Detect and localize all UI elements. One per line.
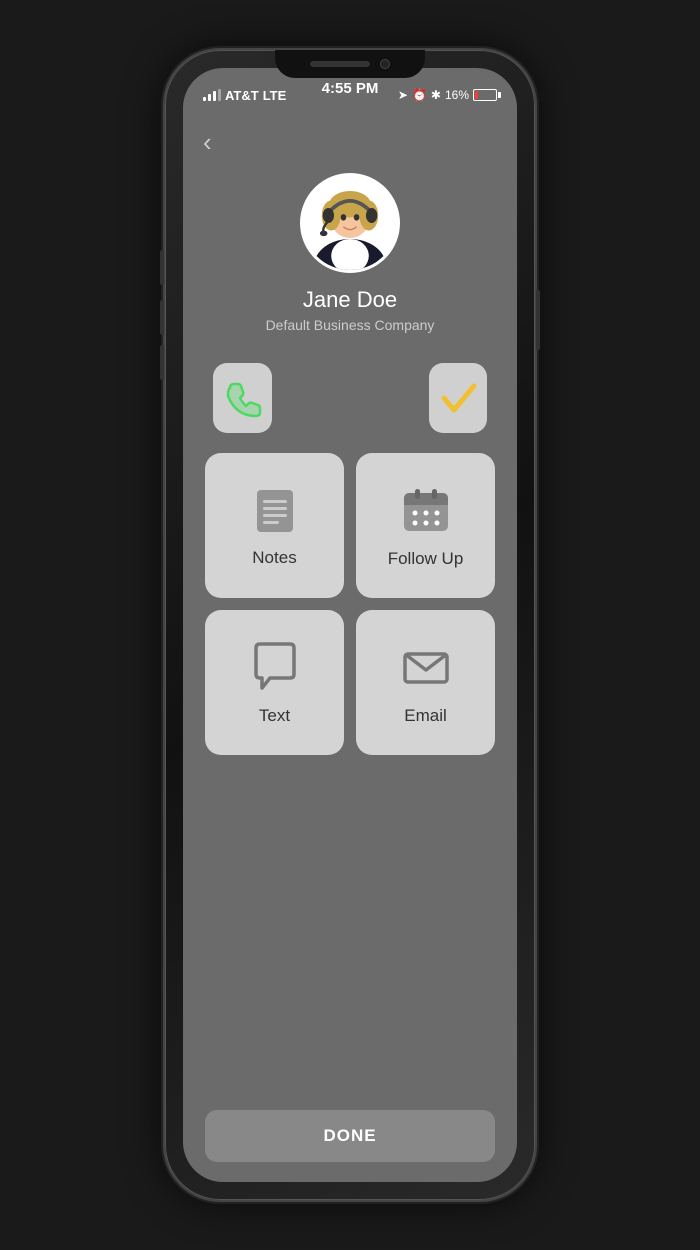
email-button[interactable]: Email: [356, 610, 495, 755]
notch: [275, 50, 425, 78]
top-actions: [183, 353, 517, 443]
done-label: DONE: [323, 1126, 376, 1146]
call-button[interactable]: [213, 363, 272, 433]
notes-icon: [249, 484, 301, 536]
speaker: [310, 61, 370, 67]
notes-button[interactable]: Notes: [205, 453, 344, 598]
followup-button[interactable]: Follow Up: [356, 453, 495, 598]
contact-section: Jane Doe Default Business Company: [183, 163, 517, 353]
email-label: Email: [404, 706, 447, 726]
app-content: ‹: [183, 112, 517, 1182]
battery-indicator: [473, 89, 497, 101]
chat-icon: [248, 640, 302, 694]
signal-bar-4: [218, 89, 221, 101]
text-button[interactable]: Text: [205, 610, 344, 755]
notes-label: Notes: [252, 548, 296, 568]
spacer: [292, 363, 409, 433]
location-icon: ➤: [398, 88, 408, 102]
checkmark-icon: [436, 376, 480, 420]
envelope-icon: [399, 640, 453, 694]
avatar-image: [303, 173, 397, 273]
status-left: AT&T LTE: [203, 88, 286, 103]
status-right: ➤ ⏰ ✱ 16%: [398, 88, 497, 102]
network-label: LTE: [263, 88, 287, 103]
grid-buttons: Notes: [183, 443, 517, 765]
text-label: Text: [259, 706, 290, 726]
contact-name: Jane Doe: [303, 287, 397, 313]
screen: AT&T LTE 4:55 PM ➤ ⏰ ✱ 16% ‹: [183, 68, 517, 1182]
battery-fill: [475, 91, 478, 99]
calendar-icon: [399, 483, 453, 537]
signal-bar-2: [208, 94, 211, 101]
contact-company: Default Business Company: [266, 317, 435, 333]
camera: [380, 59, 390, 69]
back-button[interactable]: ‹: [183, 122, 517, 163]
signal-bar-3: [213, 91, 216, 101]
done-button[interactable]: DONE: [205, 1110, 495, 1162]
alarm-icon: ⏰: [412, 88, 427, 102]
done-section: DONE: [183, 1096, 517, 1182]
phone-shell: AT&T LTE 4:55 PM ➤ ⏰ ✱ 16% ‹: [165, 50, 535, 1200]
phone-icon: [220, 376, 264, 420]
bluetooth-icon: ✱: [431, 88, 441, 102]
time-label: 4:55 PM: [322, 80, 379, 97]
check-button[interactable]: [429, 363, 488, 433]
avatar: [300, 173, 400, 273]
back-chevron-icon: ‹: [203, 127, 212, 158]
signal-bar-1: [203, 97, 206, 101]
followup-label: Follow Up: [388, 549, 464, 569]
carrier-label: AT&T: [225, 88, 259, 103]
battery-percent: 16%: [445, 88, 469, 102]
signal-bars: [203, 89, 221, 101]
